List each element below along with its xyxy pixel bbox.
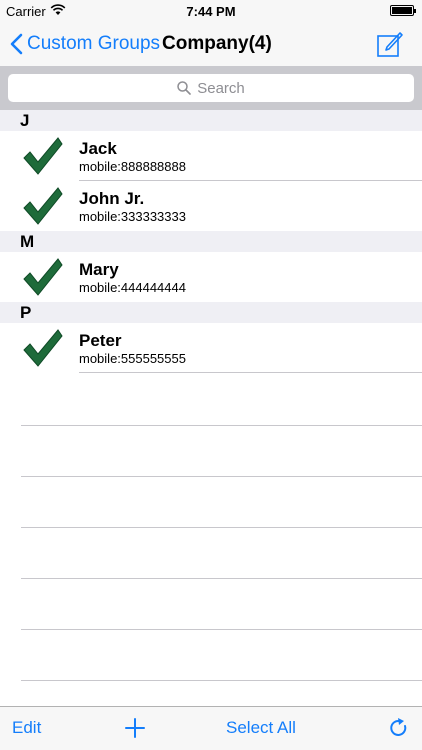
search-input[interactable]: Search	[8, 74, 414, 102]
contact-row[interactable]: John Jr. mobile:333333333	[0, 181, 422, 231]
checkmark-icon[interactable]	[20, 186, 64, 226]
contact-row[interactable]: Peter mobile:555555555	[0, 323, 422, 373]
checkmark-icon[interactable]	[20, 136, 64, 176]
status-bar: Carrier 7:44 PM	[0, 0, 422, 22]
checkmark-icon[interactable]	[20, 257, 64, 297]
navigation-bar: Custom Groups Company(4)	[0, 22, 422, 66]
empty-row-divider	[0, 579, 422, 630]
compose-icon[interactable]	[376, 30, 404, 58]
plus-icon[interactable]	[124, 717, 146, 739]
battery-icon	[390, 5, 416, 16]
empty-row-divider	[0, 375, 422, 426]
chevron-left-icon	[10, 33, 23, 55]
empty-row-divider	[0, 630, 422, 681]
contact-phone: mobile:444444444	[79, 280, 186, 295]
contact-name: John Jr.	[79, 189, 145, 208]
empty-row-divider	[0, 528, 422, 579]
contact-row[interactable]: Jack mobile:888888888	[0, 131, 422, 181]
contact-name: Peter	[79, 331, 122, 350]
checkmark-icon[interactable]	[20, 328, 64, 368]
search-placeholder: Search	[197, 79, 245, 97]
section-header-j: J	[0, 110, 422, 131]
edit-button[interactable]: Edit	[12, 718, 41, 738]
bottom-toolbar: Edit Select All	[0, 706, 422, 750]
contact-row[interactable]: Mary mobile:444444444	[0, 252, 422, 302]
back-button-label: Custom Groups	[27, 33, 161, 54]
contact-name: Jack	[79, 139, 117, 158]
empty-rows	[0, 375, 422, 681]
empty-row-divider	[0, 477, 422, 528]
section-header-p: P	[0, 302, 422, 323]
contact-list: J Jack mobile:888888888 John Jr. mobile:…	[0, 110, 422, 373]
back-button[interactable]: Custom Groups	[10, 30, 160, 58]
contact-name: Mary	[79, 260, 119, 279]
contact-phone: mobile:333333333	[79, 209, 186, 224]
select-all-button[interactable]: Select All	[226, 718, 296, 738]
page-title: Company(4)	[162, 33, 272, 54]
section-header-m: M	[0, 231, 422, 252]
refresh-icon[interactable]	[388, 717, 410, 739]
contact-phone: mobile:888888888	[79, 159, 186, 174]
contact-phone: mobile:555555555	[79, 351, 186, 366]
empty-row-divider	[0, 426, 422, 477]
search-icon	[177, 81, 192, 95]
search-bar: Search	[0, 66, 422, 110]
row-divider	[79, 372, 422, 373]
status-time: 7:44 PM	[186, 4, 236, 19]
